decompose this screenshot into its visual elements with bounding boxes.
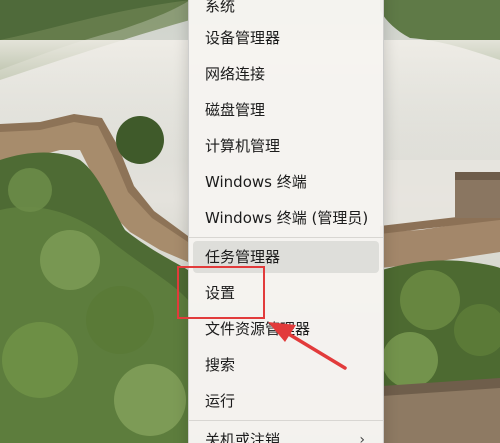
menu-item-disk-management[interactable]: 磁盘管理 xyxy=(193,94,379,126)
menu-item-label: 磁盘管理 xyxy=(205,101,266,119)
menu-item-settings[interactable]: 设置 xyxy=(193,277,379,309)
menu-separator xyxy=(189,420,383,421)
menu-item-system[interactable]: 系统 xyxy=(193,0,379,22)
menu-item-run[interactable]: 运行 xyxy=(193,385,379,417)
menu-item-label: 设备管理器 xyxy=(205,29,281,47)
menu-item-search[interactable]: 搜索 xyxy=(193,349,379,381)
menu-item-label: 网络连接 xyxy=(205,65,266,83)
menu-item-file-explorer[interactable]: 文件资源管理器 xyxy=(193,313,379,345)
menu-item-label: 系统 xyxy=(205,0,236,15)
menu-item-label: 任务管理器 xyxy=(205,248,281,266)
menu-item-shutdown-signout[interactable]: 关机或注销 › xyxy=(193,424,379,443)
menu-item-label: Windows 终端 xyxy=(205,173,307,191)
menu-item-label: 运行 xyxy=(205,392,236,410)
menu-item-task-manager[interactable]: 任务管理器 xyxy=(193,241,379,273)
menu-item-network-connections[interactable]: 网络连接 xyxy=(193,58,379,90)
chevron-right-icon: › xyxy=(359,432,365,443)
menu-item-label: 计算机管理 xyxy=(205,137,281,155)
menu-item-computer-management[interactable]: 计算机管理 xyxy=(193,130,379,162)
winx-context-menu: 系统 设备管理器 网络连接 磁盘管理 计算机管理 Windows 终端 Wind… xyxy=(188,0,384,443)
menu-item-label: 关机或注销 xyxy=(205,431,281,443)
desktop-screen: 系统 设备管理器 网络连接 磁盘管理 计算机管理 Windows 终端 Wind… xyxy=(0,0,500,443)
menu-item-windows-terminal[interactable]: Windows 终端 xyxy=(193,166,379,198)
menu-item-label: 文件资源管理器 xyxy=(205,320,311,338)
menu-item-label: Windows 终端 (管理员) xyxy=(205,209,369,227)
menu-separator xyxy=(189,237,383,238)
menu-item-label: 搜索 xyxy=(205,356,236,374)
menu-item-label: 设置 xyxy=(205,284,236,302)
menu-item-windows-terminal-admin[interactable]: Windows 终端 (管理员) xyxy=(193,202,379,234)
menu-item-device-manager[interactable]: 设备管理器 xyxy=(193,22,379,54)
